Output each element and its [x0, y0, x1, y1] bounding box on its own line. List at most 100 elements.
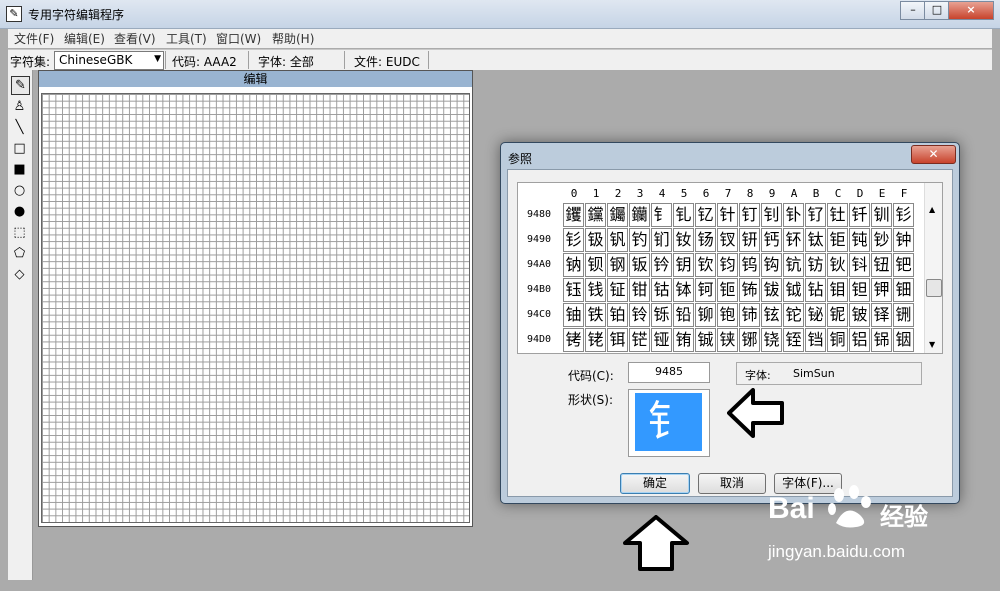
char-cell[interactable]: 钋 — [783, 203, 804, 227]
char-cell[interactable]: 钺 — [783, 278, 804, 302]
char-cell[interactable]: 钷 — [717, 278, 738, 302]
char-cell[interactable]: 铒 — [607, 328, 628, 352]
char-cell[interactable]: 铉 — [761, 303, 782, 327]
maximize-button[interactable]: □ — [924, 1, 950, 20]
char-cell[interactable]: 钙 — [761, 228, 782, 252]
char-cell[interactable]: 钟 — [893, 228, 914, 252]
char-cell[interactable]: 钓 — [629, 228, 650, 252]
char-cell[interactable]: 钩 — [761, 253, 782, 277]
char-cell[interactable]: 铀 — [563, 303, 584, 327]
char-cell[interactable]: 钇 — [695, 203, 716, 227]
char-cell[interactable]: 钯 — [893, 253, 914, 277]
char-cell[interactable]: 铌 — [827, 303, 848, 327]
char-cell[interactable]: 钻 — [805, 278, 826, 302]
ok-button[interactable]: 确定 — [620, 473, 690, 494]
char-cell[interactable]: 铅 — [673, 303, 694, 327]
char-cell[interactable]: 钐 — [563, 228, 584, 252]
charset-select[interactable]: ChineseGBK ▼ — [54, 51, 164, 70]
char-cell[interactable]: 铙 — [761, 328, 782, 352]
char-cell[interactable]: 铔 — [651, 328, 672, 352]
pencil-icon[interactable]: ✎ — [11, 76, 30, 95]
char-cell[interactable]: 钣 — [629, 253, 650, 277]
char-cell[interactable]: 钎 — [849, 203, 870, 227]
scroll-down-icon[interactable]: ▼ — [929, 340, 935, 349]
char-cell[interactable]: 钢 — [607, 253, 628, 277]
freeform-select-icon[interactable]: ⬠ — [11, 245, 28, 262]
char-cell[interactable]: 铏 — [893, 303, 914, 327]
code-field[interactable]: 9485 — [628, 362, 710, 383]
char-cell[interactable]: 铈 — [739, 303, 760, 327]
char-cell[interactable]: 钮 — [871, 253, 892, 277]
char-cell[interactable]: 钉 — [739, 203, 760, 227]
char-cell[interactable]: 铊 — [783, 303, 804, 327]
char-cell[interactable]: 铑 — [585, 328, 606, 352]
char-cell[interactable]: 铛 — [805, 328, 826, 352]
line-icon[interactable]: ╲ — [11, 119, 28, 136]
char-cell[interactable]: 钽 — [849, 278, 870, 302]
eraser-icon[interactable]: ◇ — [11, 266, 28, 283]
char-cell[interactable]: 钖 — [695, 228, 716, 252]
char-cell[interactable]: 钱 — [585, 278, 606, 302]
char-cell[interactable]: 铎 — [871, 303, 892, 327]
rect-select-icon[interactable]: ⬚ — [11, 224, 28, 241]
char-cell[interactable]: 铄 — [651, 303, 672, 327]
char-cell[interactable]: 钴 — [651, 278, 672, 302]
char-cell[interactable]: 钂 — [585, 203, 606, 227]
char-cell[interactable]: 钫 — [805, 253, 826, 277]
char-cell[interactable]: 钧 — [717, 253, 738, 277]
char-cell[interactable]: 钤 — [651, 253, 672, 277]
char-cell[interactable]: 铂 — [607, 303, 628, 327]
char-cell[interactable]: 钳 — [629, 278, 650, 302]
char-cell[interactable]: 钜 — [827, 228, 848, 252]
char-cell[interactable]: 钑 — [585, 228, 606, 252]
scroll-thumb[interactable] — [926, 279, 942, 297]
char-cell[interactable]: 钐 — [893, 203, 914, 227]
brush-icon[interactable]: ♙ — [11, 98, 28, 115]
char-cell[interactable]: 钪 — [783, 253, 804, 277]
char-cell[interactable]: 铆 — [695, 303, 716, 327]
menu-view[interactable]: 查看(V) — [114, 30, 156, 47]
char-cell[interactable]: 钹 — [761, 278, 782, 302]
ellipse-filled-icon[interactable]: ● — [11, 203, 28, 220]
char-cell[interactable]: 钆 — [673, 203, 694, 227]
menu-help[interactable]: 帮助(H) — [272, 30, 314, 47]
char-cell[interactable]: 钥 — [673, 253, 694, 277]
char-cell[interactable]: 钄 — [629, 203, 650, 227]
char-cell[interactable]: 铟 — [893, 328, 914, 352]
ellipse-outline-icon[interactable]: ○ — [11, 182, 28, 199]
char-cell[interactable]: 钠 — [563, 253, 584, 277]
char-cell[interactable]: 铃 — [629, 303, 650, 327]
char-cell[interactable]: 钚 — [783, 228, 804, 252]
char-cell[interactable]: 铕 — [673, 328, 694, 352]
char-cell[interactable]: 钾 — [871, 278, 892, 302]
edit-grid[interactable] — [41, 93, 470, 523]
char-cell[interactable]: 钬 — [827, 253, 848, 277]
char-cell[interactable]: 钨 — [739, 253, 760, 277]
char-cell[interactable]: 钌 — [805, 203, 826, 227]
char-cell[interactable]: 钿 — [893, 278, 914, 302]
char-cell[interactable]: 铖 — [695, 328, 716, 352]
char-cell[interactable]: 钔 — [651, 228, 672, 252]
char-cell[interactable]: 针 — [717, 203, 738, 227]
char-cell[interactable]: 铘 — [739, 328, 760, 352]
char-cell[interactable]: 铚 — [783, 328, 804, 352]
char-cell[interactable]: 钊 — [761, 203, 782, 227]
char-cell[interactable]: 钡 — [585, 253, 606, 277]
close-button[interactable]: × — [948, 1, 994, 20]
rectangle-filled-icon[interactable]: ■ — [11, 161, 28, 178]
char-cell[interactable]: 钞 — [871, 228, 892, 252]
char-cell[interactable]: 铋 — [805, 303, 826, 327]
char-cell[interactable]: 钃 — [607, 203, 628, 227]
menu-tools[interactable]: 工具(T) — [166, 30, 207, 47]
char-cell[interactable]: 钍 — [827, 203, 848, 227]
char-cell[interactable]: 钵 — [673, 278, 694, 302]
char-cell[interactable]: 钝 — [849, 228, 870, 252]
char-cell[interactable]: 钲 — [607, 278, 628, 302]
char-cell[interactable]: 铐 — [563, 328, 584, 352]
char-cell[interactable]: 钦 — [695, 253, 716, 277]
char-cell[interactable]: 铓 — [629, 328, 650, 352]
char-cell[interactable]: 钸 — [739, 278, 760, 302]
minimize-button[interactable]: – — [900, 1, 926, 20]
menu-file[interactable]: 文件(F) — [14, 30, 54, 47]
char-cell[interactable]: 钕 — [673, 228, 694, 252]
